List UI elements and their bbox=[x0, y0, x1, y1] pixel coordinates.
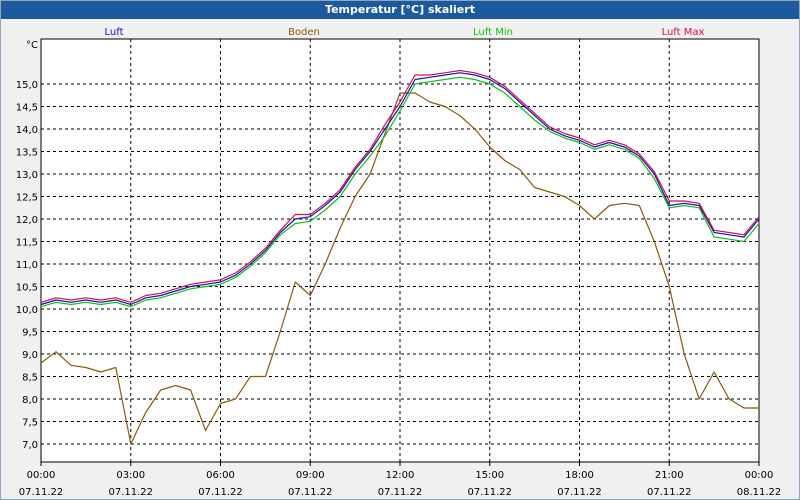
y-tick-label: 13,0 bbox=[16, 170, 38, 181]
x-tick-date-label: 07.11.22 bbox=[557, 487, 602, 498]
y-tick-label: 13,5 bbox=[16, 148, 38, 159]
legend-item-luft-max: Luft Max bbox=[662, 27, 705, 38]
x-tick-time-label: 21:00 bbox=[655, 470, 684, 481]
x-tick-time-label: 12:00 bbox=[386, 470, 415, 481]
x-tick-date-label: 07.11.22 bbox=[19, 487, 64, 498]
legend-item-luft-min: Luft Min bbox=[473, 27, 513, 38]
x-tick-date-label: 08.11.22 bbox=[737, 487, 782, 498]
x-tick-time-label: 06:00 bbox=[206, 470, 235, 481]
x-tick-date-label: 07.11.22 bbox=[647, 487, 692, 498]
x-tick-time-label: 00:00 bbox=[27, 470, 56, 481]
x-tick-time-label: 00:00 bbox=[745, 470, 774, 481]
x-tick-time-label: 09:00 bbox=[296, 470, 325, 481]
y-tick-label: 15,0 bbox=[16, 80, 38, 91]
x-tick-date-label: 07.11.22 bbox=[198, 487, 243, 498]
y-tick-label: 14,0 bbox=[16, 125, 38, 136]
legend-item-luft: Luft bbox=[105, 27, 124, 38]
y-tick-label: 8,0 bbox=[22, 395, 38, 406]
legend: Luft Boden Luft Min Luft Max bbox=[105, 27, 705, 38]
x-tick-time-label: 03:00 bbox=[116, 470, 145, 481]
y-tick-label: 14,5 bbox=[16, 103, 38, 114]
x-tick-time-label: 18:00 bbox=[565, 470, 594, 481]
chart: 7,0 7,5 8,0 8,5 9,0 9,5 10,0 10,5 11,0 11,5 12,0 12… bbox=[16, 27, 782, 498]
y-axis-unit: °C bbox=[26, 40, 38, 51]
y-tick-label: 12,5 bbox=[16, 193, 38, 204]
y-tick-label: 10,0 bbox=[16, 305, 38, 316]
y-tick-label: 11,5 bbox=[16, 238, 38, 249]
legend-item-boden: Boden bbox=[288, 27, 320, 38]
y-tick-label: 12,0 bbox=[16, 215, 38, 226]
x-tick-time-label: 15:00 bbox=[475, 470, 504, 481]
chart-window: Temperatur [°C] skaliert 7,0 7,5 8,0 8,5 9,0… bbox=[0, 0, 800, 500]
x-tick-date-label: 07.11.22 bbox=[288, 487, 333, 498]
y-tick-label: 10,5 bbox=[16, 283, 38, 294]
y-tick-label: 9,5 bbox=[22, 328, 38, 339]
x-tick-date-label: 07.11.22 bbox=[378, 487, 423, 498]
y-tick-label: 11,0 bbox=[16, 260, 38, 271]
x-tick-date-label: 07.11.22 bbox=[467, 487, 512, 498]
y-tick-label: 7,5 bbox=[22, 418, 38, 429]
y-tick-label: 9,0 bbox=[22, 350, 38, 361]
y-tick-label: 7,0 bbox=[22, 440, 38, 451]
y-tick-label: 8,5 bbox=[22, 373, 38, 384]
x-tick-date-label: 07.11.22 bbox=[108, 487, 153, 498]
